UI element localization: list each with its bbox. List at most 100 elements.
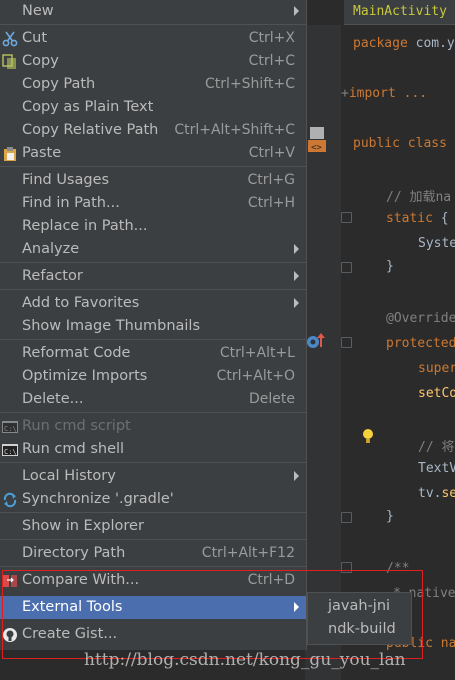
svg-text:C:\: C:\	[4, 448, 17, 456]
menu-separator	[0, 566, 306, 567]
menu-item-optimize-imports[interactable]: Optimize Imports Ctrl+Alt+O	[0, 365, 306, 388]
menu-item-shortcut: Ctrl+Alt+O	[216, 368, 295, 384]
class-file-icon: <>	[308, 127, 326, 153]
code-line[interactable]: tv.se	[418, 486, 455, 501]
code-line[interactable]: Syste	[418, 236, 455, 251]
menu-item-label: Copy Path	[22, 76, 96, 92]
menu-item-label: Paste	[22, 145, 62, 161]
menu-item-run-cmd-script: C:\ Run cmd script	[0, 415, 306, 438]
menu-item-copy-as-plain-text[interactable]: Copy as Plain Text	[0, 96, 306, 119]
menu-item-label: Show Image Thumbnails	[22, 318, 201, 334]
menu-item-delete[interactable]: Delete... Delete	[0, 388, 306, 411]
menu-item-label: Copy Relative Path	[22, 122, 159, 138]
code-token: Syste	[418, 236, 455, 251]
chevron-right-icon	[294, 471, 299, 481]
chevron-right-icon	[294, 298, 299, 308]
menu-item-copy-path[interactable]: Copy Path Ctrl+Shift+C	[0, 73, 306, 96]
code-token: +	[341, 86, 349, 101]
menu-item-label: Refactor	[22, 268, 83, 284]
context-menu: New Cut Ctrl+X Copy Ctrl+C Copy Path Ctrl+Shif…	[0, 0, 307, 650]
code-line[interactable]: package com.y	[353, 36, 455, 51]
menu-item-shortcut: Ctrl+Alt+Shift+C	[174, 122, 295, 138]
fold-marker[interactable]	[341, 212, 352, 223]
override-marker-icon	[307, 333, 325, 348]
code-token: public class	[353, 136, 447, 151]
menu-item-label: Copy as Plain Text	[22, 99, 154, 115]
code-line[interactable]: // 加载na	[386, 186, 451, 205]
code-line[interactable]: protected	[386, 336, 455, 351]
code-token: TextV	[418, 461, 455, 476]
chevron-right-icon	[294, 6, 299, 16]
highlight-box	[2, 570, 423, 659]
menu-item-reformat-code[interactable]: Reformat Code Ctrl+Alt+L	[0, 342, 306, 365]
menu-item-label: Cut	[22, 30, 47, 46]
cmd-icon: C:\	[2, 442, 18, 458]
menu-item-add-to-favorites[interactable]: Add to Favorites	[0, 292, 306, 315]
menu-separator	[0, 412, 306, 413]
menu-separator	[0, 166, 306, 167]
menu-separator	[0, 339, 306, 340]
menu-item-label: Run cmd shell	[22, 441, 125, 457]
menu-item-paste[interactable]: Paste Ctrl+V	[0, 142, 306, 165]
code-token: tv.	[418, 486, 442, 501]
code-line[interactable]: @Override	[386, 311, 455, 326]
chevron-right-icon	[294, 244, 299, 254]
code-token: protected	[386, 336, 455, 351]
menu-item-copy[interactable]: Copy Ctrl+C	[0, 50, 306, 73]
menu-item-copy-relative-path[interactable]: Copy Relative Path Ctrl+Alt+Shift+C	[0, 119, 306, 142]
tab-title: MainActivity	[353, 4, 447, 19]
menu-item-label: New	[22, 3, 54, 19]
code-line[interactable]: setCo	[418, 386, 455, 401]
sync-icon	[2, 492, 18, 508]
code-line[interactable]: public class	[353, 136, 447, 151]
code-token: import ...	[348, 86, 428, 101]
code-line[interactable]: super	[418, 361, 455, 376]
code-token: }	[386, 259, 394, 274]
menu-item-shortcut: Ctrl+X	[248, 30, 295, 46]
code-token: {	[440, 211, 449, 226]
menu-item-local-history[interactable]: Local History	[0, 465, 306, 488]
menu-item-synchronize-gradle[interactable]: Synchronize '.gradle'	[0, 488, 306, 511]
fold-marker[interactable]	[341, 337, 352, 348]
copy-icon	[2, 54, 18, 70]
menu-item-shortcut: Delete	[249, 391, 295, 407]
menu-item-label: Run cmd script	[22, 418, 131, 434]
menu-item-label: Delete...	[22, 391, 84, 407]
fold-marker[interactable]	[341, 262, 352, 273]
menu-item-replace-in-path[interactable]: Replace in Path...	[0, 215, 306, 238]
menu-item-directory-path[interactable]: Directory Path Ctrl+Alt+F12	[0, 542, 306, 565]
menu-item-new[interactable]: New	[0, 0, 306, 23]
menu-item-find-usages[interactable]: Find Usages Ctrl+G	[0, 169, 306, 192]
menu-item-shortcut: Ctrl+Alt+L	[219, 345, 295, 361]
code-line[interactable]: }	[386, 259, 394, 274]
fold-marker[interactable]	[341, 512, 352, 523]
menu-item-analyze[interactable]: Analyze	[0, 238, 306, 261]
menu-item-show-image-thumbnails[interactable]: Show Image Thumbnails	[0, 315, 306, 338]
menu-item-run-cmd-shell[interactable]: C:\ Run cmd shell	[0, 438, 306, 461]
menu-item-show-in-explorer[interactable]: Show in Explorer	[0, 515, 306, 538]
menu-item-label: Find Usages	[22, 172, 110, 188]
code-line[interactable]: TextV	[418, 461, 455, 476]
code-token: setCo	[418, 386, 455, 401]
menu-item-shortcut: Ctrl+V	[248, 145, 295, 161]
menu-item-label: Directory Path	[22, 545, 126, 561]
tab-main-activity[interactable]: MainActivity	[344, 0, 455, 25]
code-line[interactable]: }	[386, 509, 394, 524]
menu-separator	[0, 24, 306, 25]
menu-separator	[0, 289, 306, 290]
menu-separator	[0, 539, 306, 540]
menu-item-refactor[interactable]: Refactor	[0, 265, 306, 288]
code-line[interactable]: +import ...	[341, 86, 427, 101]
menu-separator	[0, 512, 306, 513]
menu-item-find-in-path[interactable]: Find in Path... Ctrl+H	[0, 192, 306, 215]
menu-item-cut[interactable]: Cut Ctrl+X	[0, 27, 306, 50]
code-line[interactable]: // 将	[418, 436, 454, 455]
chevron-right-icon	[294, 271, 299, 281]
paste-icon	[2, 146, 18, 162]
menu-item-label: Copy	[22, 53, 59, 69]
menu-item-label: Find in Path...	[22, 195, 120, 211]
menu-item-shortcut: Ctrl+Shift+C	[205, 76, 295, 92]
code-token: static	[386, 211, 441, 226]
lightbulb-icon[interactable]	[360, 427, 376, 445]
code-line[interactable]: static {	[386, 211, 449, 226]
